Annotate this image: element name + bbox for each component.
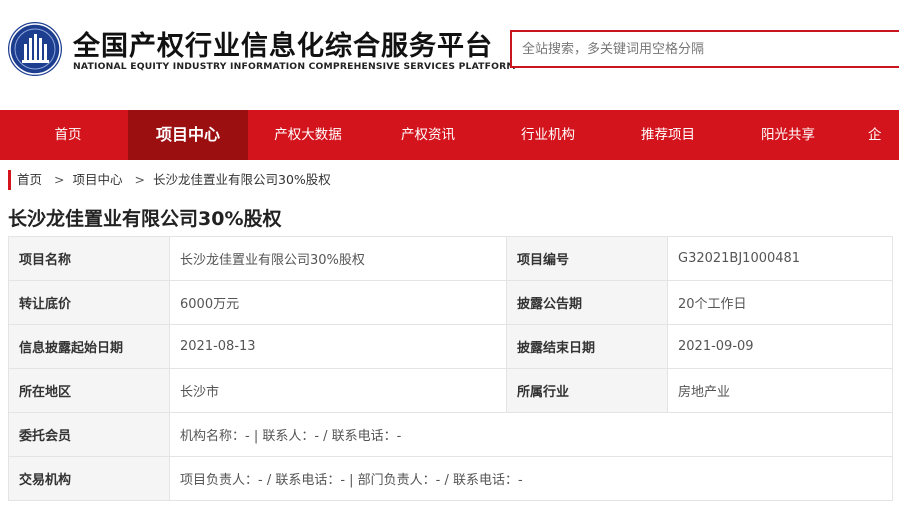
project-details-table: 项目名称 长沙龙佳置业有限公司30%股权 项目编号 G32021BJ100048… — [8, 236, 893, 501]
value-entrusted-member: 机构名称：- | 联系人：- / 联系电话：- — [169, 412, 893, 457]
breadcrumb-project-center[interactable]: 项目中心 — [73, 172, 123, 187]
label-region: 所在地区 — [8, 368, 170, 413]
value-trading-institution: 项目负责人：- / 联系电话：- | 部门负责人：- / 联系电话：- — [169, 456, 893, 501]
value-project-name: 长沙龙佳置业有限公司30%股权 — [169, 236, 507, 281]
emblem-icon[interactable] — [8, 22, 62, 76]
breadcrumb-separator: > — [134, 172, 145, 187]
site-subtitle: NATIONAL EQUITY INDUSTRY INFORMATION COM… — [73, 61, 516, 72]
value-project-code: G32021BJ1000481 — [667, 236, 893, 281]
nav-item-home[interactable]: 首页 — [8, 110, 128, 160]
table-row: 信息披露起始日期 2021-08-13 披露结束日期 2021-09-09 — [8, 324, 893, 369]
nav-item-project-center[interactable]: 项目中心 — [128, 110, 248, 160]
table-row: 转让底价 6000万元 披露公告期 20个工作日 — [8, 280, 893, 325]
site-header: 全国产权行业信息化综合服务平台 NATIONAL EQUITY INDUSTRY… — [0, 0, 899, 110]
value-disclosure-end: 2021-09-09 — [667, 324, 893, 369]
label-disclosure-period: 披露公告期 — [506, 280, 668, 325]
nav-item-recommended-projects[interactable]: 推荐项目 — [608, 110, 728, 160]
label-industry: 所属行业 — [506, 368, 668, 413]
table-row: 交易机构 项目负责人：- / 联系电话：- | 部门负责人：- / 联系电话：- — [8, 456, 893, 501]
breadcrumb-current: 长沙龙佳置业有限公司30%股权 — [153, 172, 331, 187]
label-entrusted-member: 委托会员 — [8, 412, 170, 457]
label-trading-institution: 交易机构 — [8, 456, 170, 501]
label-project-code: 项目编号 — [506, 236, 668, 281]
search-box[interactable] — [510, 30, 899, 68]
value-industry: 房地产业 — [667, 368, 893, 413]
nav-item-equity-big-data[interactable]: 产权大数据 — [248, 110, 368, 160]
label-disclosure-start: 信息披露起始日期 — [8, 324, 170, 369]
breadcrumb-separator: > — [54, 172, 65, 187]
breadcrumb: 首页 > 项目中心 > 长沙龙佳置业有限公司30%股权 — [8, 170, 331, 190]
nav-item-industry-institutions[interactable]: 行业机构 — [488, 110, 608, 160]
breadcrumb-home[interactable]: 首页 — [17, 172, 42, 187]
main-nav: 首页 项目中心 产权大数据 产权资讯 行业机构 推荐项目 阳光共享 企 — [0, 110, 899, 160]
site-title: 全国产权行业信息化综合服务平台 — [73, 31, 493, 62]
table-row: 委托会员 机构名称：- | 联系人：- / 联系电话：- — [8, 412, 893, 457]
label-reserve-price: 转让底价 — [8, 280, 170, 325]
label-disclosure-end: 披露结束日期 — [506, 324, 668, 369]
label-project-name: 项目名称 — [8, 236, 170, 281]
nav-item-equity-news[interactable]: 产权资讯 — [368, 110, 488, 160]
nav-item-sunshine-sharing[interactable]: 阳光共享 — [728, 110, 848, 160]
value-disclosure-start: 2021-08-13 — [169, 324, 507, 369]
value-reserve-price: 6000万元 — [169, 280, 507, 325]
value-disclosure-period: 20个工作日 — [667, 280, 893, 325]
search-input[interactable] — [512, 32, 892, 66]
nav-item-enterprise[interactable]: 企 — [868, 110, 899, 160]
page-title: 长沙龙佳置业有限公司30%股权 — [8, 208, 282, 230]
value-region: 长沙市 — [169, 368, 507, 413]
table-row: 项目名称 长沙龙佳置业有限公司30%股权 项目编号 G32021BJ100048… — [8, 236, 893, 281]
table-row: 所在地区 长沙市 所属行业 房地产业 — [8, 368, 893, 413]
